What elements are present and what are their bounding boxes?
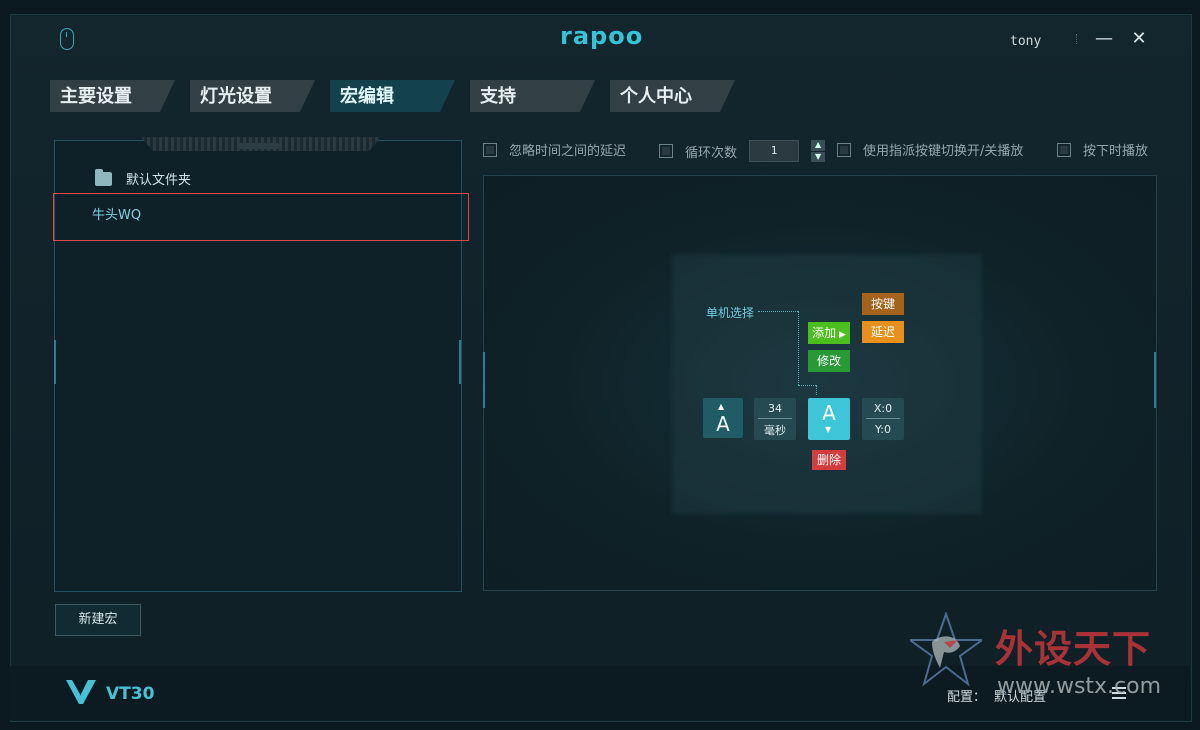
option-label: 循环次数	[685, 145, 738, 161]
toggle-play-checkbox[interactable]	[837, 142, 851, 157]
key-down-event[interactable]: A ▼	[808, 398, 850, 440]
panel-edge-mark	[1154, 352, 1156, 408]
folder-label: 默认文件夹	[126, 173, 192, 188]
press-play-checkbox[interactable]	[1057, 142, 1071, 157]
x-coordinate: X:0	[873, 402, 893, 415]
editor-glow	[672, 254, 982, 514]
divider	[758, 418, 792, 419]
option-loop-count: 循环次数 1 ▲ ▼	[659, 140, 826, 162]
chevron-up-icon[interactable]: ▲	[811, 140, 826, 151]
minimize-button[interactable]: —	[1095, 30, 1113, 48]
panel-edge-mark	[54, 340, 56, 384]
tab-macro-editor[interactable]: 宏编辑	[330, 80, 455, 112]
macro-name: 牛头WQ	[92, 208, 142, 223]
tab-lighting[interactable]: 灯光设置	[190, 80, 315, 112]
add-button[interactable]: 添加 ▶	[808, 322, 850, 344]
add-label: 添加	[812, 326, 837, 340]
list-item[interactable]: 牛头WQ	[53, 193, 469, 241]
tab-support[interactable]: 支持	[470, 80, 595, 112]
delay-event[interactable]: 34 毫秒	[754, 398, 796, 440]
key-char: A	[822, 401, 836, 425]
delay-button[interactable]: 延迟	[862, 321, 904, 343]
key-button[interactable]: 按键	[862, 293, 904, 315]
modify-button[interactable]: 修改	[808, 350, 850, 372]
delete-button[interactable]: 删除	[812, 450, 846, 470]
single-select-label: 单机选择	[706, 306, 755, 320]
loop-count-stepper[interactable]: ▲ ▼	[811, 140, 826, 162]
option-toggle-play[interactable]: 使用指派按键切换开/关播放	[837, 140, 1023, 159]
ignore-delay-checkbox[interactable]	[483, 142, 497, 157]
tab-personal-center[interactable]: 个人中心	[610, 80, 735, 112]
loop-count-checkbox[interactable]	[659, 144, 673, 158]
menu-icon[interactable]	[1112, 687, 1126, 699]
close-icon: ✕	[1131, 28, 1147, 49]
option-press-play[interactable]: 按下时播放	[1057, 140, 1148, 159]
key-char: A	[716, 412, 730, 436]
connector-line	[798, 311, 799, 385]
vt-logo-icon	[66, 680, 96, 704]
chevron-down-icon[interactable]: ▼	[811, 151, 826, 162]
arrow-up-icon: ▲	[718, 402, 725, 411]
delay-unit: 毫秒	[764, 424, 786, 437]
macro-editor-panel	[483, 175, 1157, 591]
divider	[1076, 34, 1079, 44]
folder-default[interactable]: 默认文件夹	[95, 168, 192, 188]
macro-list-panel: 默认文件夹 牛头WQ	[53, 137, 469, 592]
mouse-icon	[60, 28, 74, 50]
key-up-event[interactable]: ▲ A	[703, 398, 743, 438]
tab-main-settings[interactable]: 主要设置	[50, 80, 175, 112]
folder-icon	[95, 168, 112, 186]
title-bar: rapoo tony — ✕	[0, 0, 1200, 64]
play-icon: ▶	[836, 330, 846, 340]
connector-line	[798, 385, 816, 386]
username: tony	[1010, 34, 1042, 49]
brand-logo: rapoo	[560, 22, 644, 50]
config-label: 配置：	[947, 690, 987, 705]
panel-decoration-notch	[239, 143, 279, 149]
panel-edge-mark	[459, 340, 461, 384]
new-macro-button[interactable]: 新建宏	[55, 604, 141, 636]
panel-edge-mark	[483, 352, 485, 408]
delay-value: 34	[768, 402, 782, 415]
arrow-down-icon: ▼	[825, 425, 832, 434]
connector-line	[816, 385, 817, 395]
device-model: VT30	[106, 684, 155, 704]
config-selector[interactable]: 默认配置	[994, 686, 1046, 705]
loop-count-input[interactable]: 1	[749, 140, 800, 162]
option-label: 使用指派按键切换开/关播放	[863, 144, 1024, 159]
mouse-position-event[interactable]: X:0 Y:0	[862, 398, 904, 440]
close-button[interactable]: ✕	[1130, 30, 1148, 48]
minus-icon: —	[1095, 28, 1113, 49]
option-label: 按下时播放	[1083, 144, 1149, 159]
y-coordinate: Y:0	[875, 423, 891, 436]
divider	[866, 418, 900, 419]
option-ignore-delay[interactable]: 忽略时间之间的延迟	[483, 140, 626, 159]
connector-line	[758, 311, 798, 312]
option-label: 忽略时间之间的延迟	[509, 144, 627, 159]
